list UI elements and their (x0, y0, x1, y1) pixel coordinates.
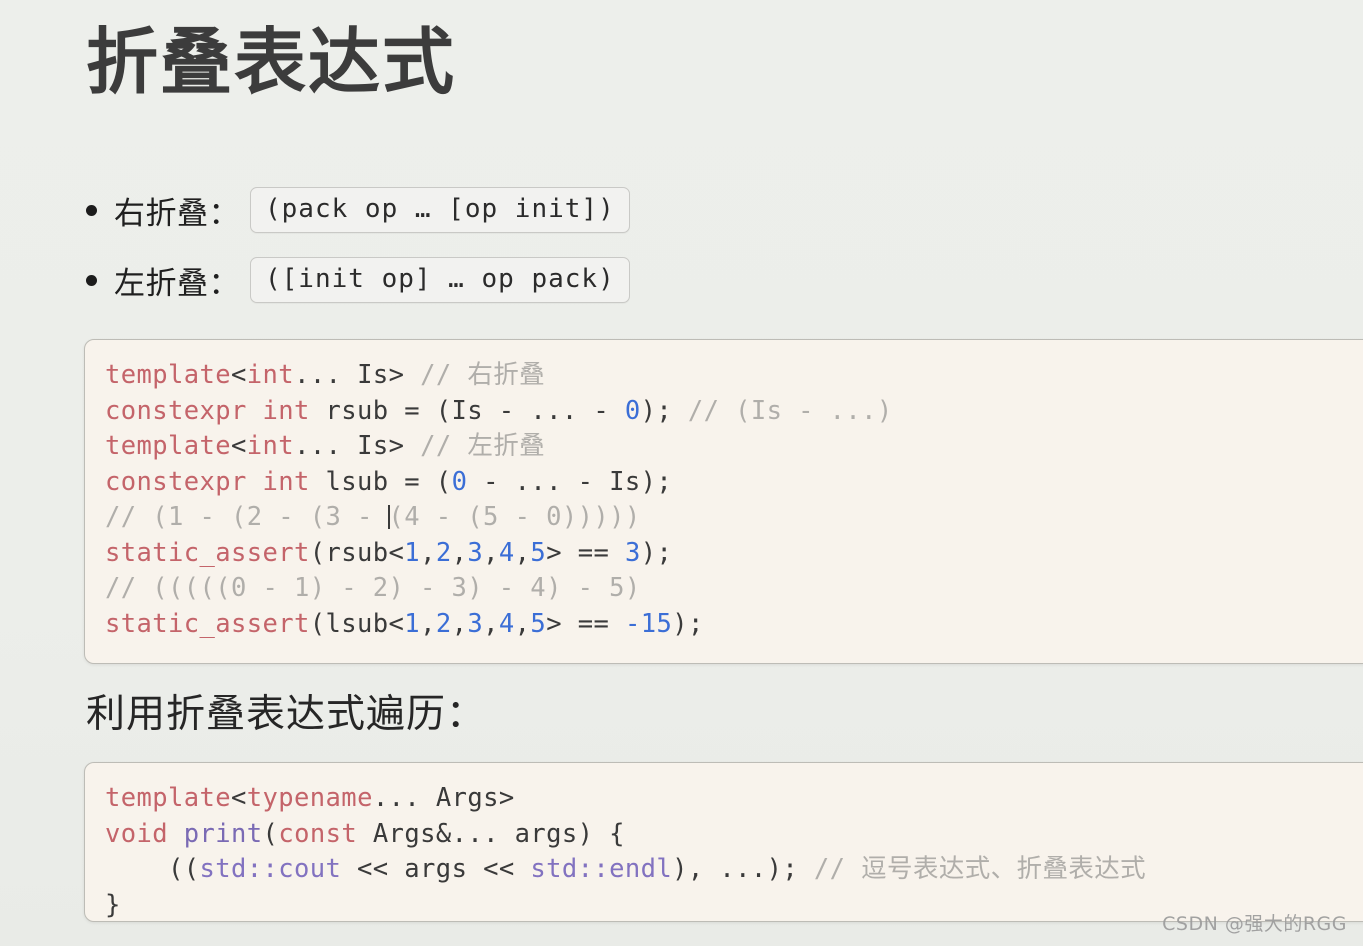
code-block-print-fold: template<typename... Args> void print(co… (84, 762, 1363, 922)
code-block-fold-expressions: template<int... Is> // 右折叠 constexpr int… (84, 339, 1363, 664)
page-title: 折叠表达式 (86, 20, 457, 104)
section-heading-traverse: 利用折叠表达式遍历： (86, 692, 487, 737)
bullet-label-right-fold: 右折叠： (114, 195, 240, 232)
bullet-label-left-fold: 左折叠： (114, 265, 240, 302)
slide-page: 折叠表达式 右折叠： (pack op … [op init]) 左折叠： ([… (0, 0, 1363, 946)
inline-code-right-fold: (pack op … [op init]) (250, 187, 630, 233)
code-content: template<int... Is> // 右折叠 constexpr int… (105, 360, 893, 639)
csdn-watermark: CSDN @强大的RGG (1162, 913, 1347, 935)
list-item: 左折叠： ([init op] … op pack) (86, 252, 1186, 308)
bullet-dot-icon (86, 274, 97, 286)
code-content: template<typename... Args> void print(co… (105, 783, 1147, 920)
list-item: 右折叠： (pack op … [op init]) (86, 182, 1186, 238)
fold-expression-bullet-list: 右折叠： (pack op … [op init]) 左折叠： ([init o… (86, 182, 1186, 322)
bullet-dot-icon (86, 204, 97, 216)
inline-code-left-fold: ([init op] … op pack) (250, 257, 630, 303)
